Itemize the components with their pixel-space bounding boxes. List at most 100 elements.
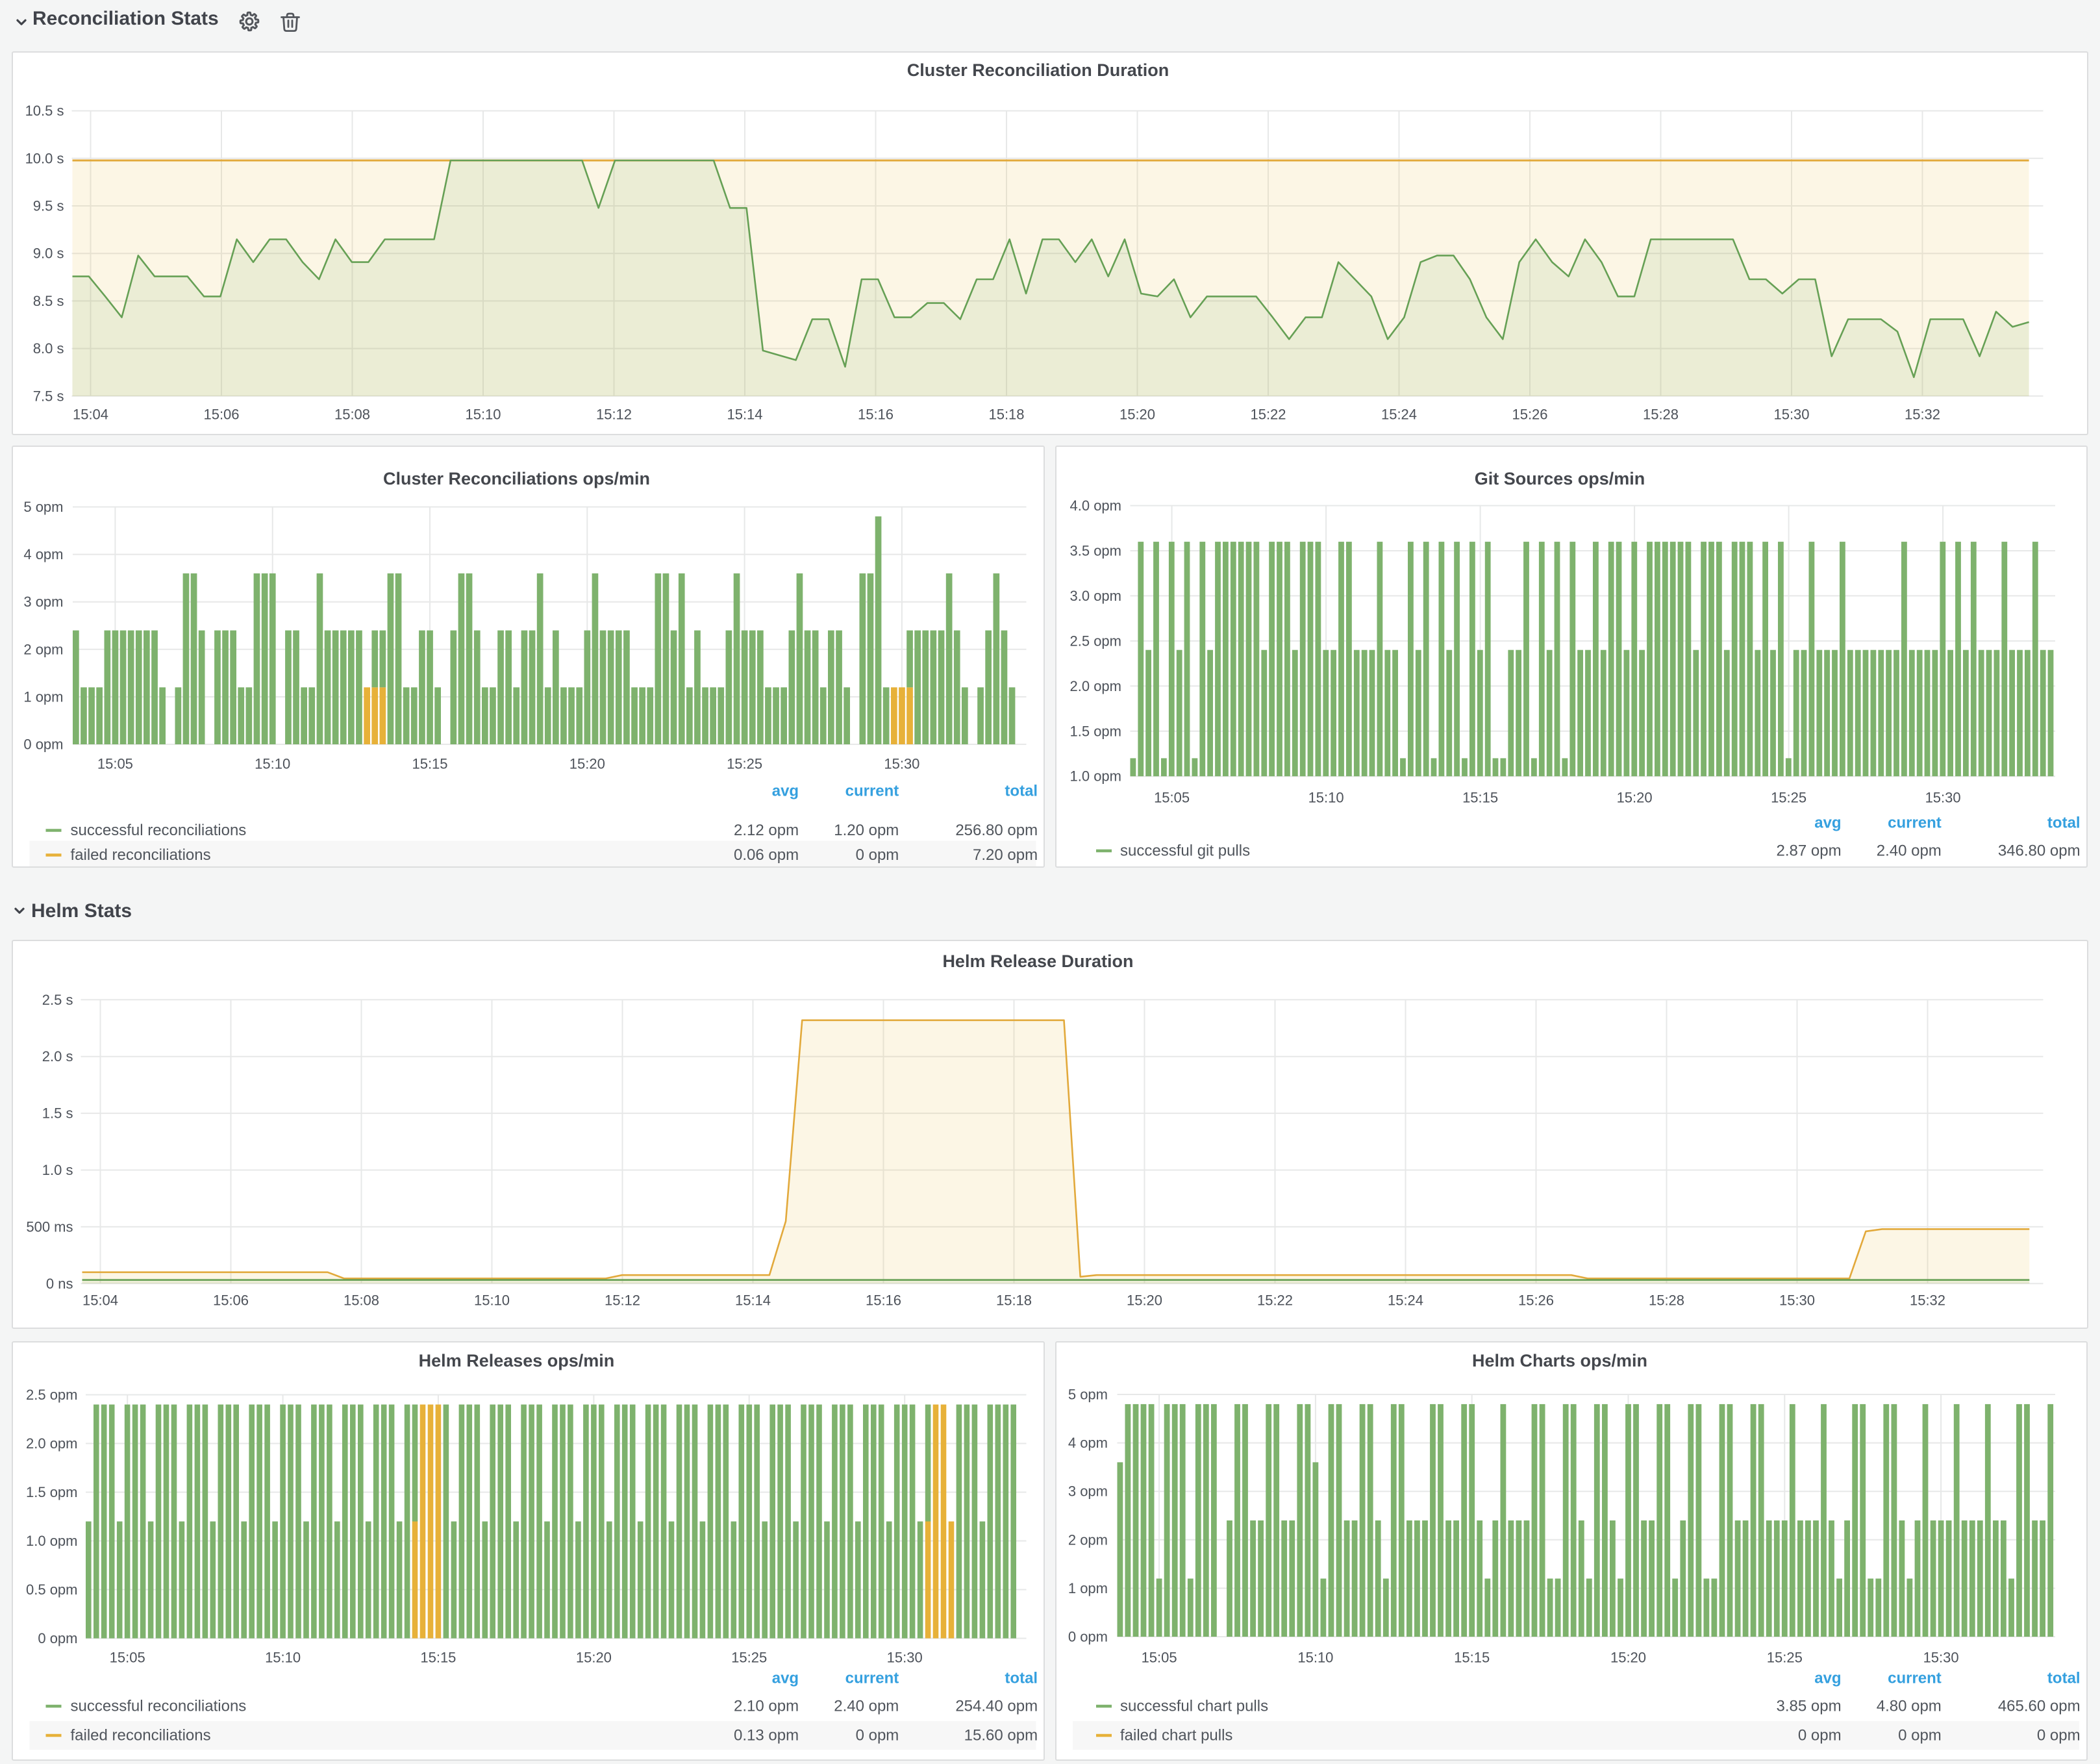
svg-text:15:08: 15:08	[334, 407, 369, 423]
svg-text:0 ns: 0 ns	[45, 1276, 73, 1292]
svg-text:15:10: 15:10	[473, 1292, 509, 1309]
svg-text:1 opm: 1 opm	[23, 688, 63, 705]
svg-text:2.40 opm: 2.40 opm	[834, 1698, 899, 1715]
svg-text:current: current	[845, 1670, 899, 1687]
svg-text:successful reconciliations: successful reconciliations	[70, 1698, 246, 1715]
svg-text:4.80 opm: 4.80 opm	[1877, 1698, 1942, 1715]
svg-text:10.5 s: 10.5 s	[25, 103, 64, 119]
svg-text:15:16: 15:16	[865, 1292, 901, 1309]
svg-text:0 opm: 0 opm	[1798, 1727, 1842, 1745]
svg-text:15:14: 15:14	[727, 407, 762, 423]
svg-text:4.0 opm: 4.0 opm	[1070, 498, 1122, 514]
svg-text:346.80 opm: 346.80 opm	[1998, 842, 2081, 860]
svg-text:1.5 s: 1.5 s	[42, 1105, 73, 1122]
svg-text:avg: avg	[1814, 814, 1841, 832]
svg-text:15:05: 15:05	[97, 756, 132, 772]
svg-text:Helm Charts ops/min: Helm Charts ops/min	[1472, 1351, 1647, 1370]
svg-text:1.0 opm: 1.0 opm	[1070, 768, 1122, 785]
svg-text:15:05: 15:05	[109, 1650, 145, 1666]
svg-text:2.0 s: 2.0 s	[42, 1048, 73, 1065]
svg-text:2.5 opm: 2.5 opm	[1070, 633, 1122, 649]
svg-text:15:25: 15:25	[1767, 1650, 1803, 1666]
svg-text:15:10: 15:10	[1297, 1650, 1333, 1666]
svg-text:15:25: 15:25	[727, 756, 762, 772]
svg-text:15:10: 15:10	[255, 756, 290, 772]
svg-text:Git Sources ops/min: Git Sources ops/min	[1475, 469, 1645, 488]
svg-text:15:22: 15:22	[1250, 407, 1286, 423]
svg-text:3.5 opm: 3.5 opm	[1070, 543, 1122, 559]
svg-text:15:22: 15:22	[1256, 1292, 1292, 1309]
svg-text:9.0 s: 9.0 s	[32, 246, 64, 262]
svg-text:2.5 opm: 2.5 opm	[26, 1387, 78, 1403]
svg-text:15:30: 15:30	[884, 756, 919, 772]
svg-text:0 opm: 0 opm	[1068, 1629, 1108, 1645]
svg-text:15:24: 15:24	[1387, 1292, 1423, 1309]
svg-text:1.0 s: 1.0 s	[42, 1162, 73, 1178]
svg-text:15:30: 15:30	[886, 1650, 922, 1666]
svg-text:0 opm: 0 opm	[23, 737, 63, 753]
svg-text:7.20 opm: 7.20 opm	[973, 846, 1038, 864]
svg-text:3 opm: 3 opm	[23, 594, 63, 610]
svg-text:15:12: 15:12	[595, 407, 631, 423]
svg-text:0.13 opm: 0.13 opm	[734, 1727, 799, 1745]
svg-text:0 opm: 0 opm	[1898, 1727, 1942, 1745]
svg-text:15:06: 15:06	[203, 407, 239, 423]
svg-text:15:12: 15:12	[604, 1292, 640, 1309]
svg-text:15:24: 15:24	[1381, 407, 1416, 423]
svg-text:current: current	[1888, 814, 1942, 832]
svg-text:15:20: 15:20	[569, 756, 605, 772]
svg-text:failed chart pulls: failed chart pulls	[1120, 1727, 1232, 1745]
svg-text:500 ms: 500 ms	[26, 1218, 73, 1235]
svg-text:2 opm: 2 opm	[23, 641, 63, 657]
svg-text:15:18: 15:18	[988, 407, 1024, 423]
svg-text:0 opm: 0 opm	[855, 1727, 899, 1745]
svg-text:15:15: 15:15	[1462, 790, 1498, 806]
svg-text:failed reconciliations: failed reconciliations	[70, 1727, 210, 1745]
svg-text:8.5 s: 8.5 s	[32, 293, 64, 309]
svg-text:15:25: 15:25	[731, 1650, 767, 1666]
svg-text:8.0 s: 8.0 s	[32, 340, 64, 357]
svg-text:2.87 opm: 2.87 opm	[1777, 842, 1842, 860]
svg-text:total: total	[2047, 814, 2081, 832]
svg-text:4 opm: 4 opm	[23, 546, 63, 562]
svg-text:15:20: 15:20	[1617, 790, 1653, 806]
svg-text:3.85 opm: 3.85 opm	[1777, 1698, 1842, 1715]
svg-text:2.5 s: 2.5 s	[42, 992, 73, 1008]
svg-text:15:15: 15:15	[1454, 1650, 1490, 1666]
svg-text:current: current	[845, 783, 899, 800]
svg-text:15:08: 15:08	[343, 1292, 379, 1309]
svg-text:15:30: 15:30	[1773, 407, 1809, 423]
svg-text:3.0 opm: 3.0 opm	[1070, 588, 1122, 604]
svg-text:10.0 s: 10.0 s	[25, 150, 64, 166]
svg-text:15:30: 15:30	[1923, 1650, 1959, 1666]
svg-text:256.80 opm: 256.80 opm	[955, 822, 1038, 839]
svg-text:total: total	[1005, 1670, 1038, 1687]
svg-text:15:10: 15:10	[265, 1650, 301, 1666]
svg-text:successful chart pulls: successful chart pulls	[1120, 1698, 1268, 1715]
svg-text:2 opm: 2 opm	[1068, 1531, 1108, 1548]
svg-text:Cluster Reconciliation Duratio: Cluster Reconciliation Duration	[906, 60, 1169, 80]
svg-text:2.40 opm: 2.40 opm	[1877, 842, 1942, 860]
svg-text:1 opm: 1 opm	[1068, 1580, 1108, 1596]
svg-text:1.0 opm: 1.0 opm	[26, 1533, 78, 1549]
svg-text:15:28: 15:28	[1642, 407, 1678, 423]
svg-text:successful reconciliations: successful reconciliations	[70, 822, 246, 839]
svg-text:15:06: 15:06	[212, 1292, 248, 1309]
svg-text:15:25: 15:25	[1771, 790, 1806, 806]
svg-text:0 opm: 0 opm	[855, 846, 899, 864]
svg-text:Helm Release Duration: Helm Release Duration	[942, 951, 1133, 971]
svg-text:1.5 opm: 1.5 opm	[1070, 723, 1122, 739]
svg-text:7.5 s: 7.5 s	[32, 388, 64, 404]
svg-text:0 opm: 0 opm	[2037, 1727, 2081, 1745]
svg-text:1.5 opm: 1.5 opm	[26, 1484, 78, 1500]
svg-text:0.5 opm: 0.5 opm	[26, 1581, 78, 1598]
svg-text:0.06 opm: 0.06 opm	[734, 846, 799, 864]
svg-text:5 opm: 5 opm	[1068, 1387, 1108, 1403]
svg-text:15:20: 15:20	[575, 1650, 611, 1666]
svg-text:15:20: 15:20	[1126, 1292, 1162, 1309]
svg-text:0 opm: 0 opm	[38, 1630, 77, 1646]
svg-text:15:32: 15:32	[1909, 1292, 1945, 1309]
svg-text:4 opm: 4 opm	[1068, 1435, 1108, 1451]
svg-text:9.5 s: 9.5 s	[32, 198, 64, 214]
svg-text:15:05: 15:05	[1142, 1650, 1177, 1666]
